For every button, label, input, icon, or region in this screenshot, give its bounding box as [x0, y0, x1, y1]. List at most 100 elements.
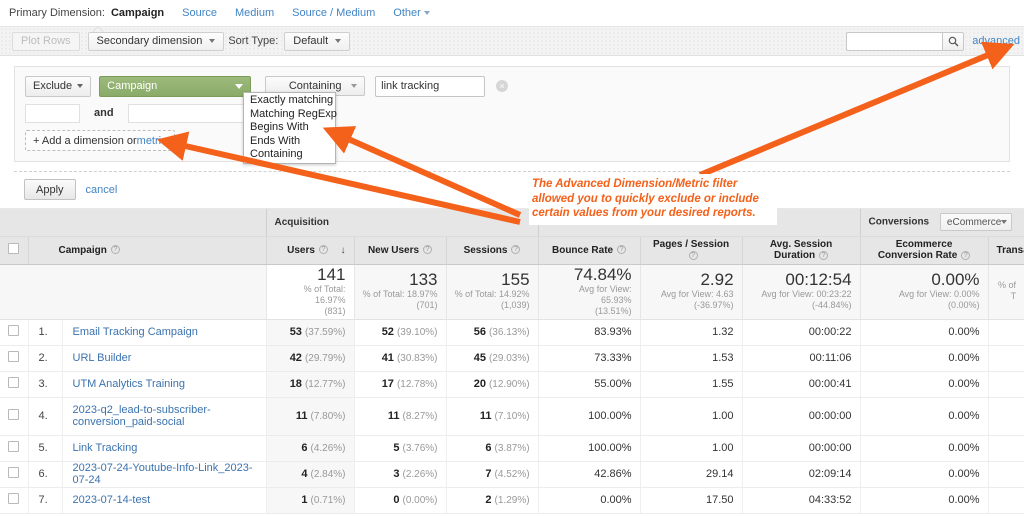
table-row[interactable]: 5. Link Tracking 6(4.26%) 5(3.76%) 6(3.8… — [0, 435, 1024, 461]
group-conversions-label: Conversions — [869, 217, 930, 228]
primary-dimension-campaign[interactable]: Campaign — [111, 7, 164, 19]
row-checkbox-cell[interactable] — [0, 461, 28, 487]
row-checkbox[interactable] — [8, 351, 19, 362]
totals-new-users-value: 133 — [363, 270, 438, 289]
primary-dimension-source-medium[interactable]: Source / Medium — [292, 7, 375, 19]
secondary-dimension-button[interactable]: Secondary dimension — [88, 32, 225, 51]
column-header-new-users[interactable]: New Users? — [354, 236, 446, 264]
row-sessions: 11(7.10%) — [446, 397, 538, 435]
campaign-link[interactable]: URL Builder — [73, 352, 132, 364]
row-users-pct: (2.84%) — [311, 469, 346, 480]
column-header-users[interactable]: Users? ↓ — [266, 236, 354, 264]
row-campaign-cell[interactable]: 2023-07-14-test — [62, 487, 266, 513]
campaign-link[interactable]: 2023-q2_lead-to-subscriber-conversion_pa… — [73, 404, 211, 428]
row-checkbox[interactable] — [8, 325, 19, 336]
help-icon[interactable]: ? — [617, 245, 626, 254]
menu-item-ends-with[interactable]: Ends With — [244, 135, 335, 149]
row-checkbox-cell[interactable] — [0, 487, 28, 513]
totals-sessions: 155% of Total: 14.92%(1,039) — [446, 264, 538, 319]
row-checkbox-cell[interactable] — [0, 319, 28, 345]
row-checkbox-cell[interactable] — [0, 371, 28, 397]
table-row[interactable]: 4. 2023-q2_lead-to-subscriber-conversion… — [0, 397, 1024, 435]
row-new-users: 17(12.78%) — [354, 371, 446, 397]
help-icon[interactable]: ? — [689, 251, 698, 260]
help-icon[interactable]: ? — [423, 245, 432, 254]
table-row[interactable]: 1. Email Tracking Campaign 53(37.59%) 52… — [0, 319, 1024, 345]
row-campaign-cell[interactable]: Email Tracking Campaign — [62, 319, 266, 345]
row-checkbox[interactable] — [8, 493, 19, 504]
help-icon[interactable]: ? — [111, 245, 120, 254]
dimension-select[interactable]: Campaign — [99, 76, 251, 97]
and-left-box[interactable] — [25, 104, 80, 123]
column-header-pages-session[interactable]: Pages / Session? — [640, 236, 742, 264]
column-header-sessions[interactable]: Sessions? — [446, 236, 538, 264]
column-header-ecommerce-conversion-rate[interactable]: Ecommerce Conversion Rate? — [860, 236, 988, 264]
campaign-link[interactable]: 2023-07-24-Youtube-Info-Link_2023-07-24 — [73, 462, 253, 486]
menu-item-begins-with[interactable]: Begins With — [244, 121, 335, 135]
column-header-avg-session-duration[interactable]: Avg. Session Duration? — [742, 236, 860, 264]
table-row[interactable]: 6. 2023-07-24-Youtube-Info-Link_2023-07-… — [0, 461, 1024, 487]
row-new-users-value: 0 — [393, 494, 399, 506]
campaign-link[interactable]: Email Tracking Campaign — [73, 326, 198, 338]
row-checkbox[interactable] — [8, 409, 19, 420]
primary-dimension-source[interactable]: Source — [182, 7, 217, 19]
table-row[interactable]: 2. URL Builder 42(29.79%) 41(30.83%) 45(… — [0, 345, 1024, 371]
filter-value-input[interactable]: link tracking — [375, 76, 485, 97]
row-checkbox-cell[interactable] — [0, 345, 28, 371]
row-checkbox-cell[interactable] — [0, 435, 28, 461]
row-checkbox-cell[interactable] — [0, 397, 28, 435]
select-all-checkbox[interactable] — [8, 243, 19, 254]
table-row[interactable]: 7. 2023-07-14-test 1(0.71%) 0(0.00%) 2(1… — [0, 487, 1024, 513]
sort-type-value: Default — [293, 35, 328, 47]
column-header-users-label: Users — [287, 245, 315, 256]
plot-rows-button[interactable]: Plot Rows — [12, 32, 80, 51]
primary-dimension-other[interactable]: Other — [393, 7, 430, 19]
row-checkbox[interactable] — [8, 377, 19, 388]
and-right-box[interactable] — [128, 104, 246, 123]
match-type-dropdown-menu[interactable]: Exactly matching Matching RegExp Begins … — [243, 92, 336, 164]
row-checkbox[interactable] — [8, 441, 19, 452]
primary-dimension-medium[interactable]: Medium — [235, 7, 274, 19]
menu-item-containing[interactable]: Containing — [244, 148, 335, 162]
help-icon[interactable]: ? — [819, 251, 828, 260]
totals-transactions: % of T — [988, 264, 1024, 319]
report-toolbar: Plot Rows Secondary dimension Sort Type:… — [0, 27, 1024, 56]
column-header-bounce-rate[interactable]: Bounce Rate? — [538, 236, 640, 264]
clear-icon[interactable]: × — [496, 80, 508, 92]
help-icon[interactable]: ? — [511, 245, 520, 254]
search-input[interactable] — [846, 32, 942, 51]
campaign-link[interactable]: Link Tracking — [73, 442, 138, 454]
totals-new-users-sub1: % of Total: 18.97% — [363, 289, 438, 300]
search-button[interactable] — [942, 32, 964, 51]
advanced-link[interactable]: advanced — [972, 35, 1020, 47]
row-new-users-pct: (3.76%) — [403, 443, 438, 454]
exclude-button[interactable]: Exclude — [25, 76, 91, 97]
select-all-checkbox-cell[interactable] — [0, 236, 28, 264]
column-header-transactions[interactable]: Transa — [988, 236, 1024, 264]
table-row[interactable]: 3. UTM Analytics Training 18(12.77%) 17(… — [0, 371, 1024, 397]
menu-item-exactly-matching[interactable]: Exactly matching — [244, 94, 335, 108]
campaign-link[interactable]: 2023-07-14-test — [73, 494, 151, 506]
add-dimension-or-metric-button[interactable]: + Add a dimension or metric — [25, 130, 175, 151]
row-users: 11(7.80%) — [266, 397, 354, 435]
row-campaign-cell[interactable]: 2023-07-24-Youtube-Info-Link_2023-07-24 — [62, 461, 266, 487]
help-icon[interactable]: ? — [319, 245, 328, 254]
row-campaign-cell[interactable]: Link Tracking — [62, 435, 266, 461]
column-header-campaign[interactable]: Campaign? — [28, 236, 266, 264]
sort-desc-icon[interactable]: ↓ — [341, 245, 346, 256]
help-icon[interactable]: ? — [961, 251, 970, 260]
row-campaign-cell[interactable]: URL Builder — [62, 345, 266, 371]
cancel-link[interactable]: cancel — [86, 184, 118, 196]
campaign-link[interactable]: UTM Analytics Training — [73, 378, 185, 390]
row-bounce-rate: 100.00% — [538, 435, 640, 461]
conversions-type-select[interactable]: eCommerce — [940, 213, 1012, 231]
row-campaign-cell[interactable]: 2023-q2_lead-to-subscriber-conversion_pa… — [62, 397, 266, 435]
primary-dimension-other-label: Other — [393, 7, 421, 19]
row-checkbox[interactable] — [8, 467, 19, 478]
row-campaign-cell[interactable]: UTM Analytics Training — [62, 371, 266, 397]
totals-bounce-rate-sub1: Avg for View: 65.93% — [547, 284, 632, 306]
apply-button[interactable]: Apply — [24, 179, 76, 200]
menu-item-matching-regexp[interactable]: Matching RegExp — [244, 108, 335, 122]
advanced-filter-inner: Exclude Campaign Containing link trackin… — [14, 66, 1010, 162]
sort-type-button[interactable]: Default — [284, 32, 350, 51]
